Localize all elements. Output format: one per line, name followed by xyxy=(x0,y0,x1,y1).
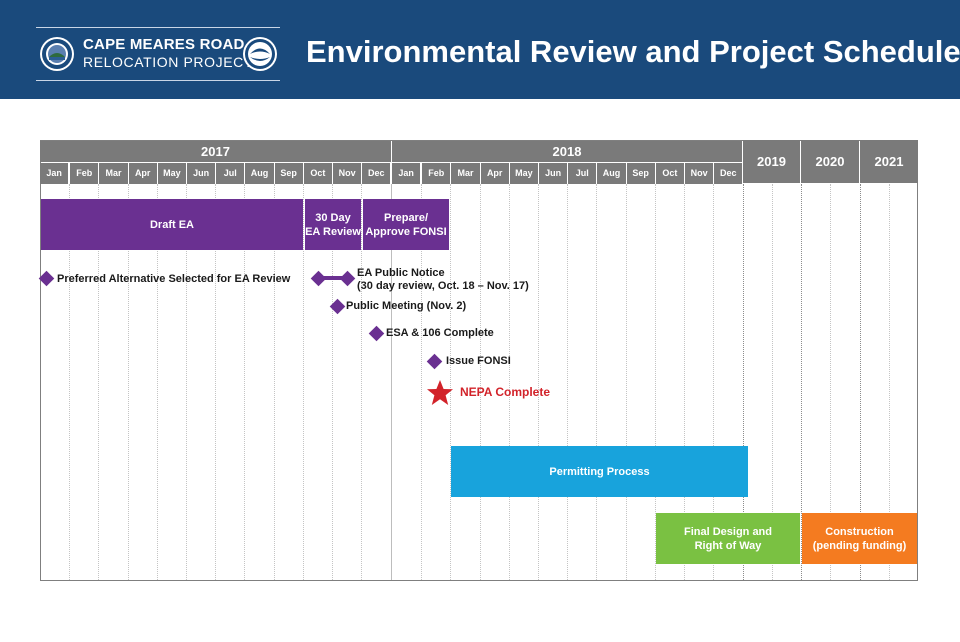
public-meeting-label: Public Meeting (Nov. 2) xyxy=(346,300,467,312)
grid-line-2017-9 xyxy=(303,184,304,580)
grid-line-2018-7 xyxy=(596,184,597,580)
month-header-2018-sep: Sep xyxy=(626,163,655,184)
month-header-2017-aug: Aug xyxy=(245,163,274,184)
draft-ea-label: Draft EA xyxy=(149,218,194,231)
month-header-2018-mar: Mar xyxy=(451,163,480,184)
month-header-2017-sep: Sep xyxy=(274,163,303,184)
brand-name: CAPE MEARES ROAD xyxy=(83,36,245,53)
month-header-2018-may: May xyxy=(509,163,538,184)
year-header-2018: 2018 xyxy=(392,141,742,162)
county-seal-icon xyxy=(40,37,74,71)
nepa-complete-label: NEPA Complete xyxy=(460,385,551,399)
grid-line-2018-8 xyxy=(626,184,627,580)
page-header: CAPE MEARES ROAD RELOCATION PROJECT Envi… xyxy=(0,0,960,99)
month-header-2018-oct: Oct xyxy=(655,163,684,184)
month-header-2018-jul: Jul xyxy=(568,163,597,184)
permitting-bar: Permitting Process xyxy=(451,446,748,497)
month-header-2018-nov: Nov xyxy=(685,163,714,184)
nepa-star-icon xyxy=(427,380,453,405)
year-header-2017: 2017 xyxy=(40,141,391,162)
ea-review-bar: 30 Day EA Review xyxy=(305,199,361,250)
month-header-2017-oct: Oct xyxy=(303,163,332,184)
month-header-2017-nov: Nov xyxy=(333,163,362,184)
year-header-2020: 2020 xyxy=(801,140,859,183)
month-header-2017-may: May xyxy=(157,163,186,184)
final-design-bar: Final Design and Right of Way xyxy=(656,513,800,564)
month-header-2018-dec: Dec xyxy=(714,163,743,184)
month-header-2017-apr: Apr xyxy=(128,163,157,184)
grid-line-2018-3 xyxy=(480,184,481,580)
brand-top-rule xyxy=(36,27,280,28)
grid-line-2018-4 xyxy=(509,184,510,580)
public-notice-sublabel: (30 day review, Oct. 18 – Nov. 17) xyxy=(357,280,529,292)
year-header-2019: 2019 xyxy=(743,140,800,183)
month-header-2018-aug: Aug xyxy=(597,163,626,184)
month-header-2017-dec: Dec xyxy=(362,163,391,184)
month-header-2018-jun: Jun xyxy=(539,163,568,184)
brand-bottom-rule xyxy=(36,80,280,81)
month-header-2018-feb: Feb xyxy=(422,163,451,184)
month-header-2017-mar: Mar xyxy=(99,163,128,184)
final-design-label-2: Right of Way xyxy=(694,539,762,552)
final-design-label-1: Final Design and xyxy=(683,525,772,538)
month-header-2017-jun: Jun xyxy=(187,163,216,184)
ea-review-label-1: 30 Day xyxy=(315,211,351,224)
permitting-label: Permitting Process xyxy=(549,465,650,478)
construction-bar: Construction (pending funding) xyxy=(802,513,917,564)
construction-label-2: (pending funding) xyxy=(812,539,907,552)
esa-label: ESA & 106 Complete xyxy=(386,327,494,339)
ea-review-label-2: EA Review xyxy=(305,225,361,238)
year-header-2021: 2021 xyxy=(860,140,918,183)
month-header-2018-apr: Apr xyxy=(480,163,509,184)
page-title: Environmental Review and Project Schedul… xyxy=(306,34,960,69)
fonsi-bar: Prepare/ Approve FONSI xyxy=(363,199,449,250)
brand-subtitle: RELOCATION PROJECT xyxy=(83,54,254,70)
preferred-alt-label: Preferred Alternative Selected for EA Re… xyxy=(57,273,291,285)
fonsi-label-1: Prepare/ xyxy=(383,211,429,224)
grid-line-2017-11 xyxy=(361,184,362,580)
grid-line-2018-5 xyxy=(538,184,539,580)
issue-fonsi-label: Issue FONSI xyxy=(446,355,511,367)
month-header-2018-jan: Jan xyxy=(392,163,421,184)
grid-line-2018-6 xyxy=(567,184,568,580)
draft-ea-bar: Draft EA xyxy=(41,199,303,250)
month-header-2017-jan: Jan xyxy=(40,163,69,184)
construction-label-1: Construction xyxy=(825,525,894,538)
month-header-2017-jul: Jul xyxy=(216,163,245,184)
dot-logo-icon xyxy=(243,37,277,71)
fonsi-label-2: Approve FONSI xyxy=(365,225,447,238)
month-header-2017-feb: Feb xyxy=(70,163,99,184)
public-notice-label: EA Public Notice xyxy=(357,267,445,279)
